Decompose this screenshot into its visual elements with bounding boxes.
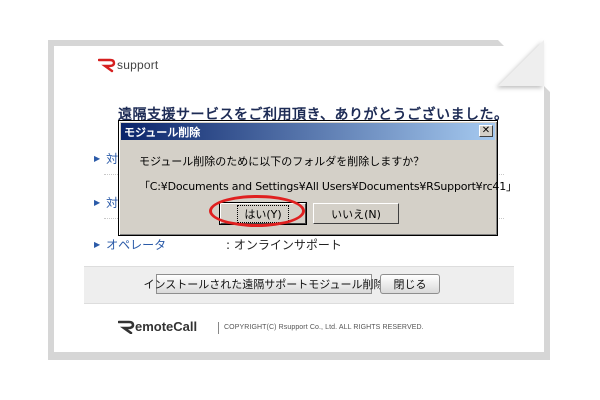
dialog-message: モジュール削除のために以下のフォルダを削除しますか？ <box>139 155 425 168</box>
copyright-text: COPYRIGHT(C) Rsupport Co., Ltd. ALL RIGH… <box>224 324 424 331</box>
rsupport-logo: support <box>98 57 158 73</box>
dialog-titlebar[interactable]: モジュール削除 ✕ <box>121 123 495 140</box>
info-value: : オンラインサポート <box>226 237 342 252</box>
page-curl <box>498 40 544 86</box>
info-row-2: ▶ 対 <box>94 192 118 212</box>
bullet-arrow-icon: ▶ <box>94 153 101 163</box>
bullet-arrow-icon: ▶ <box>94 197 101 207</box>
info-row-operator: ▶ オペレータ : オンラインサポート <box>94 234 342 254</box>
rsupport-logo-icon <box>98 58 116 73</box>
info-label: 対 <box>106 195 119 210</box>
info-label: 対 <box>106 151 119 166</box>
remotecall-logo: emoteCall <box>118 319 197 334</box>
info-row-1: ▶ 対 <box>94 148 118 168</box>
highlight-circle <box>209 195 305 227</box>
logo-text: support <box>117 58 159 72</box>
remotecall-logo-icon <box>118 320 135 334</box>
no-button[interactable]: いいえ(N) <box>313 203 399 224</box>
bullet-arrow-icon: ▶ <box>94 239 101 249</box>
footer-divider <box>218 322 219 334</box>
remove-module-button[interactable]: インストールされた遠隔サポートモジュール削除 <box>144 274 385 294</box>
dialog-title: モジュール削除 <box>124 125 201 139</box>
remotecall-text: emoteCall <box>135 319 198 334</box>
dialog-folder-path: 「C:¥Documents and Settings¥All Users¥Doc… <box>139 180 517 193</box>
close-icon[interactable]: ✕ <box>479 125 493 137</box>
module-delete-dialog: モジュール削除 ✕ モジュール削除のために以下のフォルダを削除しますか？ 「C:… <box>118 120 517 236</box>
close-button[interactable]: 閉じる <box>380 274 440 294</box>
info-label: オペレータ <box>106 237 167 252</box>
